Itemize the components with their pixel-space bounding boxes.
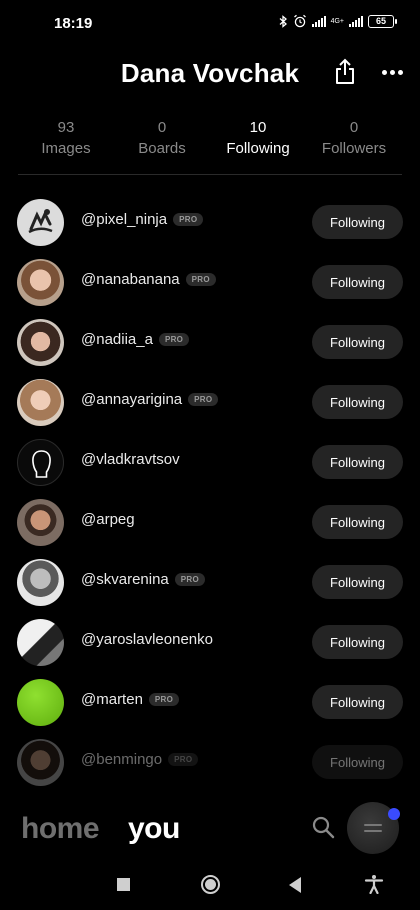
pro-badge: PRO (168, 753, 199, 766)
pro-badge: PRO (174, 573, 206, 586)
following-button[interactable]: Following (312, 445, 403, 479)
avatar[interactable] (17, 559, 64, 606)
more-icon[interactable] (380, 58, 404, 86)
nav-you-tab[interactable]: you (128, 812, 180, 846)
following-button[interactable]: Following (312, 565, 403, 599)
following-list: @pixel_ninja PRO Following @nanabanana P… (0, 192, 420, 792)
stat-following[interactable]: 10 Following (210, 118, 306, 160)
system-nav-bar (0, 868, 420, 902)
username: @pixel_ninja (81, 211, 168, 228)
following-button[interactable]: Following (312, 325, 403, 359)
signal-icon-2 (349, 15, 363, 27)
list-item[interactable]: @nadiia_a PRO Following (0, 312, 420, 372)
status-time: 18:19 (54, 15, 93, 32)
username: @annayarigina (81, 391, 183, 408)
battery-icon: 65 (368, 14, 397, 28)
stats-divider (18, 174, 402, 175)
profile-stats: 93 Images 0 Boards 10 Following 0 Follow… (18, 118, 402, 160)
back-triangle-icon[interactable] (289, 877, 301, 893)
search-icon[interactable] (311, 815, 335, 839)
username: @yaroslavleonenko (81, 631, 213, 648)
list-item[interactable]: @benmingo PRO Following (0, 732, 420, 792)
menu-icon (364, 824, 382, 826)
following-button[interactable]: Following (312, 505, 403, 539)
stat-count: 93 (57, 119, 75, 136)
avatar[interactable] (17, 679, 64, 726)
username: @marten (81, 691, 143, 708)
share-icon[interactable] (333, 58, 357, 86)
head-outline-icon (32, 450, 51, 478)
stat-label: Boards (138, 140, 186, 157)
pro-badge: PRO (148, 693, 180, 706)
stat-count: 10 (249, 119, 267, 136)
list-item[interactable]: @yaroslavleonenko Following (0, 612, 420, 672)
username: @vladkravtsov (81, 451, 180, 468)
pro-badge: PRO (188, 393, 219, 406)
recents-icon[interactable] (117, 878, 130, 891)
network-label: 4G+ (330, 17, 344, 25)
avatar[interactable] (17, 739, 64, 786)
list-item[interactable]: @nanabanana PRO Following (0, 252, 420, 312)
username: @benmingo (81, 751, 163, 768)
username: @skvarenina (81, 571, 169, 588)
username: @nadiia_a (81, 331, 153, 348)
stat-label: Followers (321, 140, 387, 157)
page-title: Dana Vovchak (120, 58, 300, 88)
avatar[interactable] (17, 199, 64, 246)
stat-count: 0 (157, 119, 167, 136)
avatar[interactable] (17, 439, 64, 486)
accessibility-icon[interactable] (364, 874, 384, 894)
notification-dot (388, 808, 400, 820)
ninja-logo-icon (28, 209, 53, 234)
avatar[interactable] (17, 319, 64, 366)
list-item[interactable]: @arpeg Following (0, 492, 420, 552)
pro-badge: PRO (158, 333, 190, 346)
following-button[interactable]: Following (312, 205, 403, 239)
avatar[interactable] (17, 259, 64, 306)
stat-label: Images (41, 140, 91, 157)
pro-badge: PRO (185, 273, 216, 286)
bluetooth-icon (279, 14, 287, 28)
list-item[interactable]: @pixel_ninja PRO Following (0, 192, 420, 252)
following-button[interactable]: Following (312, 685, 403, 719)
avatar[interactable] (17, 619, 64, 666)
following-button[interactable]: Following (312, 745, 403, 779)
alarm-icon (293, 14, 306, 28)
signal-icon (311, 15, 326, 27)
stat-label: Following (226, 140, 290, 157)
home-circle-icon[interactable] (201, 875, 220, 894)
avatar[interactable] (17, 379, 64, 426)
bottom-nav: home you (0, 800, 420, 858)
list-item[interactable]: @marten PRO Following (0, 672, 420, 732)
profile-header: Dana Vovchak (0, 52, 420, 96)
stat-followers[interactable]: 0 Followers (306, 118, 402, 160)
nav-home-tab[interactable]: home (21, 812, 100, 846)
username: @arpeg (81, 511, 135, 528)
status-bar: 18:19 4G+ 65 (0, 0, 420, 48)
stat-boards[interactable]: 0 Boards (114, 118, 210, 160)
list-item[interactable]: @skvarenina PRO Following (0, 552, 420, 612)
following-button[interactable]: Following (312, 385, 403, 419)
following-button[interactable]: Following (312, 265, 403, 299)
stat-images[interactable]: 93 Images (18, 118, 114, 160)
avatar[interactable] (17, 499, 64, 546)
following-button[interactable]: Following (312, 625, 403, 659)
username: @nanabanana (81, 271, 180, 288)
list-item[interactable]: @annayarigina PRO Following (0, 372, 420, 432)
stat-count: 0 (349, 119, 359, 136)
list-item[interactable]: @vladkravtsov Following (0, 432, 420, 492)
pro-badge: PRO (173, 213, 204, 226)
